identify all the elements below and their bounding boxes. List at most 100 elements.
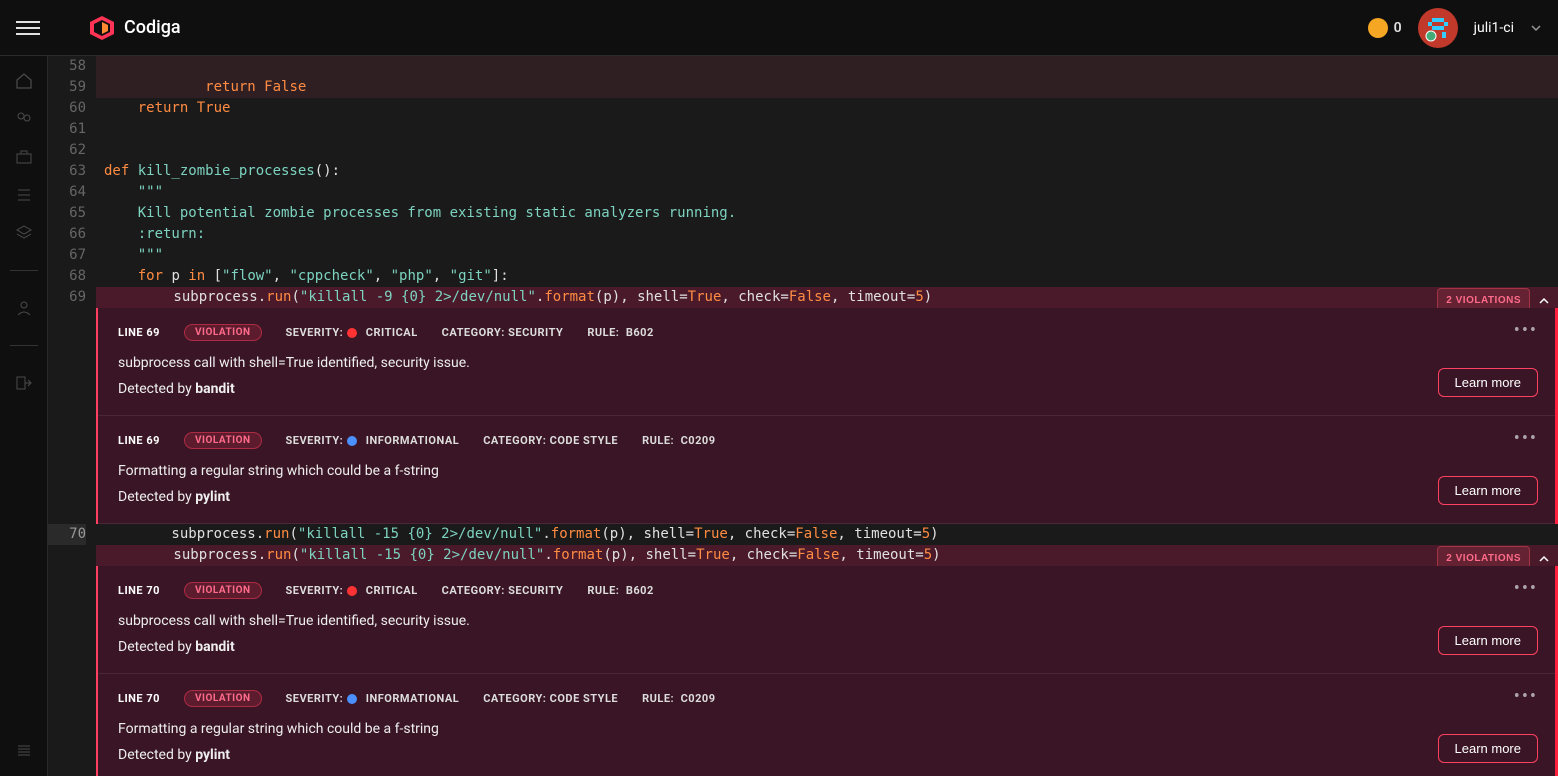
violation-panel: LINE 69 VIOLATION SEVERITY: CRITICAL CATEGO…: [98, 308, 1558, 416]
code-line: subprocess.run("killall -15 {0} 2>/dev/n…: [96, 524, 1558, 545]
brand-logo[interactable]: Codiga: [88, 14, 181, 42]
violation-detected-by: Detected by pylint: [118, 747, 1538, 763]
code-line: return True: [96, 98, 1558, 119]
chevron-up-icon[interactable]: [1538, 295, 1550, 307]
violation-section: LINE 70 VIOLATION SEVERITY: CRITICAL CATEGO…: [96, 566, 1558, 776]
avatar-pixel-icon: [1424, 14, 1452, 42]
line-number: [48, 545, 86, 566]
code-viewer: 58596061626364656667686970 return False …: [48, 56, 1558, 776]
points-count: 0: [1394, 20, 1402, 36]
violation-line-tag: LINE 70: [118, 584, 160, 597]
sidebar-divider: [10, 345, 38, 346]
line-number: 70: [48, 524, 86, 545]
brand-name: Codiga: [124, 17, 181, 38]
violation-message: subprocess call with shell=True identifi…: [118, 355, 1538, 371]
category-label: CATEGORY: SECURITY: [442, 326, 564, 339]
category-label: CATEGORY: CODE STYLE: [483, 692, 618, 705]
violation-badge: VIOLATION: [184, 324, 262, 341]
rule-label: RULE: B602: [587, 584, 653, 597]
cookie-icon: [1368, 18, 1388, 38]
codiga-logo-icon: [88, 14, 116, 42]
violation-badge: VIOLATION: [184, 582, 262, 599]
code-line: def kill_zombie_processes():: [96, 161, 1558, 182]
violation-line-tag: LINE 69: [118, 326, 160, 339]
violation-message: subprocess call with shell=True identifi…: [118, 613, 1538, 629]
user-icon[interactable]: [15, 299, 33, 317]
severity-label: SEVERITY: INFORMATIONAL: [286, 692, 460, 705]
line-number: 58: [48, 56, 86, 77]
line-number: 68: [48, 266, 86, 287]
user-avatar[interactable]: [1418, 8, 1458, 48]
more-options-icon[interactable]: •••: [1514, 428, 1538, 449]
more-options-icon[interactable]: •••: [1514, 686, 1538, 707]
violation-line-tag: LINE 70: [118, 692, 160, 705]
code-line: return False: [96, 77, 1558, 98]
violation-line-tag: LINE 69: [118, 434, 160, 447]
rule-label: RULE: C0209: [642, 692, 715, 705]
chevron-down-icon[interactable]: [1530, 22, 1542, 34]
learn-more-button[interactable]: Learn more: [1438, 476, 1538, 505]
violation-detected-by: Detected by pylint: [118, 489, 1538, 505]
severity-dot-icon: [347, 328, 357, 338]
logout-icon[interactable]: [15, 374, 33, 392]
sidebar-divider: [10, 270, 38, 271]
learn-more-button[interactable]: Learn more: [1438, 626, 1538, 655]
code-line: :return:: [96, 224, 1558, 245]
code-line: """: [96, 182, 1558, 203]
violation-detected-by: Detected by bandit: [118, 381, 1538, 397]
line-number: 67: [48, 245, 86, 266]
code-line: for p in ["flow", "cppcheck", "php", "gi…: [96, 266, 1558, 287]
list-icon[interactable]: [15, 186, 33, 204]
violation-message: Formatting a regular string which could …: [118, 721, 1538, 737]
home-icon[interactable]: [15, 72, 33, 90]
group-icon[interactable]: [15, 110, 33, 128]
rule-label: RULE: B602: [587, 326, 653, 339]
points-badge[interactable]: 0: [1368, 18, 1402, 38]
layers-icon[interactable]: [15, 224, 33, 242]
category-label: CATEGORY: CODE STYLE: [483, 434, 618, 447]
violation-message: Formatting a regular string which could …: [118, 463, 1538, 479]
code-line: subprocess.run("killall -9 {0} 2>/dev/nu…: [96, 287, 1558, 308]
side-navigation: [0, 56, 48, 776]
violation-detected-by: Detected by bandit: [118, 639, 1538, 655]
rule-label: RULE: C0209: [642, 434, 715, 447]
line-number: 59: [48, 77, 86, 98]
line-number: 66: [48, 224, 86, 245]
line-number: 69: [48, 287, 86, 308]
line-number: 61: [48, 119, 86, 140]
line-number: 63: [48, 161, 86, 182]
violation-section: LINE 69 VIOLATION SEVERITY: CRITICAL CATEGO…: [96, 308, 1558, 524]
learn-more-button[interactable]: Learn more: [1438, 368, 1538, 397]
code-line: """: [96, 245, 1558, 266]
severity-label: SEVERITY: CRITICAL: [286, 326, 418, 339]
app-header: Codiga 0 juli1-ci: [0, 0, 1558, 56]
more-options-icon[interactable]: •••: [1514, 320, 1538, 341]
user-name-label: juli1-ci: [1474, 20, 1514, 36]
violation-badge: VIOLATION: [184, 432, 262, 449]
severity-label: SEVERITY: INFORMATIONAL: [286, 434, 460, 447]
severity-dot-icon: [347, 586, 357, 596]
chevron-up-icon[interactable]: [1538, 553, 1550, 565]
category-label: CATEGORY: SECURITY: [442, 584, 564, 597]
violation-badge: VIOLATION: [184, 690, 262, 707]
violation-panel: LINE 70 VIOLATION SEVERITY: INFORMATIONAL C…: [98, 674, 1558, 776]
code-line: subprocess.run("killall -15 {0} 2>/dev/n…: [96, 545, 1558, 566]
line-number-gutter: 58596061626364656667686970: [48, 56, 96, 776]
learn-more-button[interactable]: Learn more: [1438, 734, 1538, 763]
violation-panel: LINE 69 VIOLATION SEVERITY: INFORMATIONAL C…: [98, 416, 1558, 524]
code-line: [96, 140, 1558, 161]
lines-icon[interactable]: [15, 742, 33, 760]
hamburger-menu-icon[interactable]: [16, 16, 40, 40]
line-number: 60: [48, 98, 86, 119]
code-line: [96, 119, 1558, 140]
severity-dot-icon: [347, 436, 357, 446]
more-options-icon[interactable]: •••: [1514, 578, 1538, 599]
severity-dot-icon: [347, 694, 357, 704]
line-number: 65: [48, 203, 86, 224]
code-line: [96, 56, 1558, 77]
briefcase-icon[interactable]: [15, 148, 33, 166]
code-area: return False return True def kill_zombie_…: [96, 56, 1558, 776]
severity-label: SEVERITY: CRITICAL: [286, 584, 418, 597]
line-number: 64: [48, 182, 86, 203]
violation-panel: LINE 70 VIOLATION SEVERITY: CRITICAL CATEGO…: [98, 566, 1558, 674]
